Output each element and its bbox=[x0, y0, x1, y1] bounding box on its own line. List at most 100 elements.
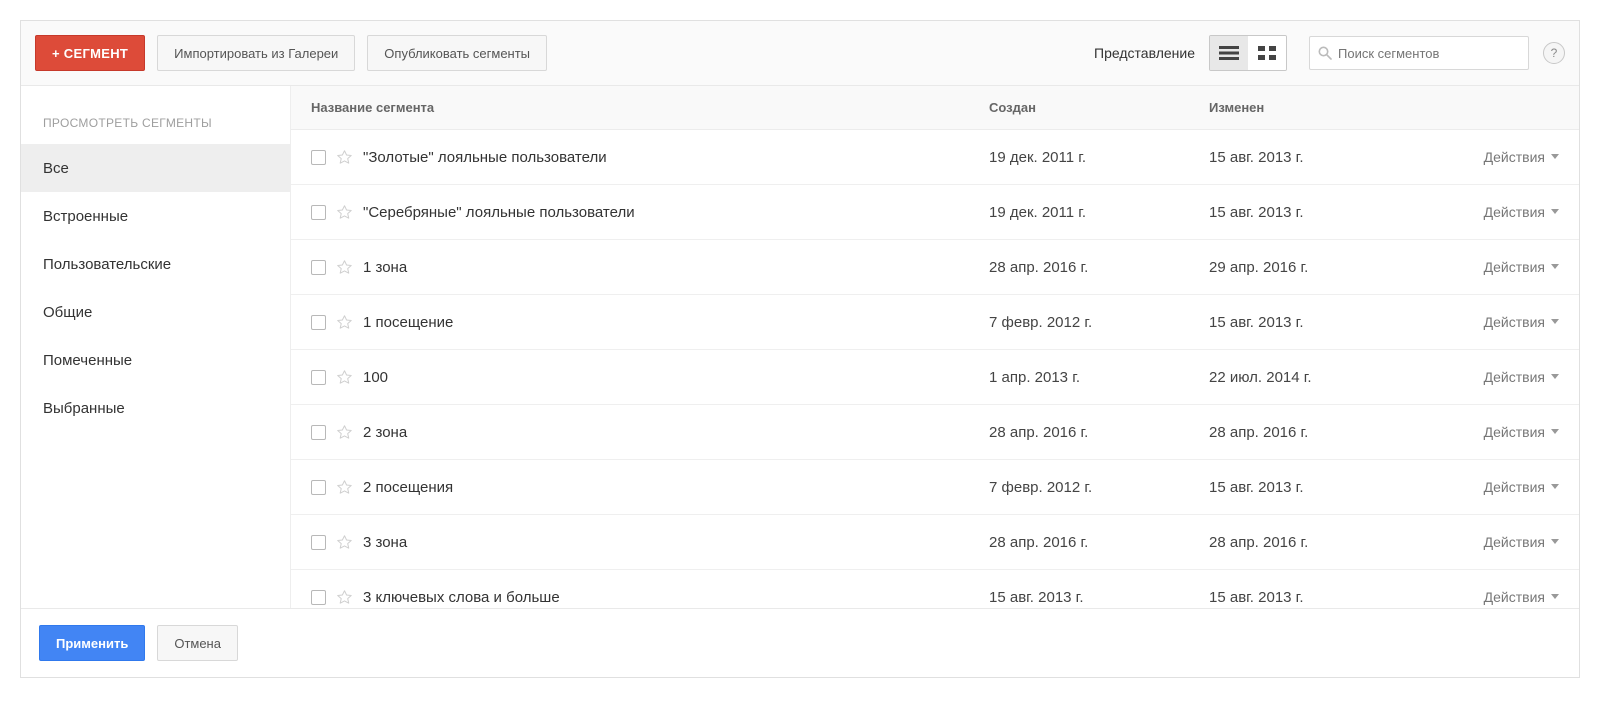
row-actions-button[interactable]: Действия bbox=[1429, 259, 1559, 275]
star-icon[interactable] bbox=[336, 369, 353, 386]
view-grid-button[interactable] bbox=[1248, 36, 1286, 70]
grid-icon bbox=[1258, 46, 1276, 60]
actions-label: Действия bbox=[1484, 149, 1545, 165]
view-list-button[interactable] bbox=[1210, 36, 1248, 70]
row-checkbox[interactable] bbox=[311, 480, 326, 495]
segment-name: 2 зона bbox=[363, 424, 407, 441]
created-cell: 28 апр. 2016 г. bbox=[989, 534, 1209, 551]
row-checkbox[interactable] bbox=[311, 150, 326, 165]
row-actions-button[interactable]: Действия bbox=[1429, 204, 1559, 220]
created-cell: 7 февр. 2012 г. bbox=[989, 314, 1209, 331]
sidebar-item[interactable]: Общие bbox=[21, 288, 290, 336]
star-icon[interactable] bbox=[336, 479, 353, 496]
sidebar-item-label: Пользовательские bbox=[43, 256, 171, 273]
cancel-button[interactable]: Отмена bbox=[157, 625, 238, 661]
created-cell: 19 дек. 2011 г. bbox=[989, 149, 1209, 166]
row-actions-button[interactable]: Действия bbox=[1429, 424, 1559, 440]
actions-label: Действия bbox=[1484, 204, 1545, 220]
created-cell: 28 апр. 2016 г. bbox=[989, 259, 1209, 276]
segment-name: "Золотые" лояльные пользователи bbox=[363, 149, 607, 166]
modified-cell: 15 авг. 2013 г. bbox=[1209, 479, 1429, 496]
row-checkbox[interactable] bbox=[311, 425, 326, 440]
chevron-down-icon bbox=[1551, 319, 1559, 324]
import-gallery-button[interactable]: Импортировать из Галереи bbox=[157, 35, 355, 71]
chevron-down-icon bbox=[1551, 484, 1559, 489]
new-segment-button[interactable]: + СЕГМЕНТ bbox=[35, 35, 145, 71]
segments-table: Название сегмента Создан Изменен "Золоты… bbox=[291, 86, 1579, 608]
created-cell: 15 авг. 2013 г. bbox=[989, 589, 1209, 606]
modified-cell: 28 апр. 2016 г. bbox=[1209, 534, 1429, 551]
chevron-down-icon bbox=[1551, 374, 1559, 379]
star-icon[interactable] bbox=[336, 149, 353, 166]
row-checkbox[interactable] bbox=[311, 315, 326, 330]
publish-segments-button[interactable]: Опубликовать сегменты bbox=[367, 35, 547, 71]
table-row[interactable]: 1 зона 28 апр. 2016 г.29 апр. 2016 г. Дейс… bbox=[291, 240, 1579, 295]
search-box[interactable] bbox=[1309, 36, 1529, 70]
star-icon[interactable] bbox=[336, 204, 353, 221]
sidebar-item[interactable]: Встроенные bbox=[21, 192, 290, 240]
segment-name: "Серебряные" лояльные пользователи bbox=[363, 204, 635, 221]
modified-cell: 15 авг. 2013 г. bbox=[1209, 589, 1429, 606]
row-checkbox[interactable] bbox=[311, 205, 326, 220]
modified-cell: 15 авг. 2013 г. bbox=[1209, 314, 1429, 331]
actions-label: Действия bbox=[1484, 369, 1545, 385]
row-actions-button[interactable]: Действия bbox=[1429, 589, 1559, 605]
row-actions-button[interactable]: Действия bbox=[1429, 479, 1559, 495]
segment-name: 2 посещения bbox=[363, 479, 453, 496]
table-header: Название сегмента Создан Изменен bbox=[291, 86, 1579, 130]
search-input[interactable] bbox=[1338, 46, 1520, 61]
sidebar-item-label: Все bbox=[43, 160, 69, 177]
star-icon[interactable] bbox=[336, 314, 353, 331]
header-modified[interactable]: Изменен bbox=[1209, 100, 1429, 115]
view-label: Представление bbox=[1094, 45, 1195, 61]
segment-name: 1 посещение bbox=[363, 314, 453, 331]
search-icon bbox=[1318, 46, 1332, 60]
segments-panel: + СЕГМЕНТ Импортировать из Галереи Опубл… bbox=[20, 20, 1580, 678]
sidebar-item[interactable]: Все bbox=[21, 144, 290, 192]
sidebar: ПРОСМОТРЕТЬ СЕГМЕНТЫ ВсеВстроенныеПользо… bbox=[21, 86, 291, 608]
sidebar-item[interactable]: Выбранные bbox=[21, 384, 290, 432]
table-body[interactable]: "Золотые" лояльные пользователи 19 дек. 2… bbox=[291, 130, 1579, 608]
row-actions-button[interactable]: Действия bbox=[1429, 314, 1559, 330]
apply-button[interactable]: Применить bbox=[39, 625, 145, 661]
created-cell: 28 апр. 2016 г. bbox=[989, 424, 1209, 441]
table-row[interactable]: 3 зона28 апр. 2016 г.28 апр. 2016 г.Дейс… bbox=[291, 515, 1579, 570]
sidebar-item[interactable]: Пользовательские bbox=[21, 240, 290, 288]
table-row[interactable]: "Серебряные" лояльные пользователи19 дек… bbox=[291, 185, 1579, 240]
created-cell: 1 апр. 2013 г. bbox=[989, 369, 1209, 386]
segment-name: 1 зона bbox=[363, 259, 407, 276]
segment-name: 100 bbox=[363, 369, 388, 386]
star-icon[interactable] bbox=[336, 424, 353, 441]
header-name[interactable]: Название сегмента bbox=[311, 100, 989, 115]
modified-cell: 22 июл. 2014 г. bbox=[1209, 369, 1429, 386]
modified-cell: 15 авг. 2013 г. bbox=[1209, 149, 1429, 166]
modified-cell: 29 апр. 2016 г. bbox=[1209, 259, 1429, 276]
modified-cell: 28 апр. 2016 г. bbox=[1209, 424, 1429, 441]
star-icon[interactable] bbox=[336, 259, 353, 276]
chevron-down-icon bbox=[1551, 154, 1559, 159]
row-actions-button[interactable]: Действия bbox=[1429, 369, 1559, 385]
sidebar-item-label: Выбранные bbox=[43, 400, 125, 417]
help-button[interactable]: ? bbox=[1543, 42, 1565, 64]
table-row[interactable]: 1 посещение 7 февр. 2012 г.15 авг. 2013 г… bbox=[291, 295, 1579, 350]
star-icon[interactable] bbox=[336, 589, 353, 606]
row-checkbox[interactable] bbox=[311, 260, 326, 275]
sidebar-item[interactable]: Помеченные bbox=[21, 336, 290, 384]
table-row[interactable]: 100 1 апр. 2013 г.22 июл. 2014 г. Действия bbox=[291, 350, 1579, 405]
help-icon: ? bbox=[1551, 46, 1558, 60]
row-actions-button[interactable]: Действия bbox=[1429, 149, 1559, 165]
header-created[interactable]: Создан bbox=[989, 100, 1209, 115]
chevron-down-icon bbox=[1551, 209, 1559, 214]
row-checkbox[interactable] bbox=[311, 590, 326, 605]
row-checkbox[interactable] bbox=[311, 370, 326, 385]
actions-label: Действия bbox=[1484, 589, 1545, 605]
table-row[interactable]: 2 посещения7 февр. 2012 г.15 авг. 2013 г… bbox=[291, 460, 1579, 515]
star-icon[interactable] bbox=[336, 534, 353, 551]
row-checkbox[interactable] bbox=[311, 535, 326, 550]
table-row[interactable]: "Золотые" лояльные пользователи 19 дек. 2… bbox=[291, 130, 1579, 185]
sidebar-item-label: Встроенные bbox=[43, 208, 128, 225]
actions-label: Действия bbox=[1484, 259, 1545, 275]
table-row[interactable]: 2 зона28 апр. 2016 г.28 апр. 2016 г.Дейс… bbox=[291, 405, 1579, 460]
table-row[interactable]: 3 ключевых слова и больше15 авг. 2013 г.… bbox=[291, 570, 1579, 608]
row-actions-button[interactable]: Действия bbox=[1429, 534, 1559, 550]
